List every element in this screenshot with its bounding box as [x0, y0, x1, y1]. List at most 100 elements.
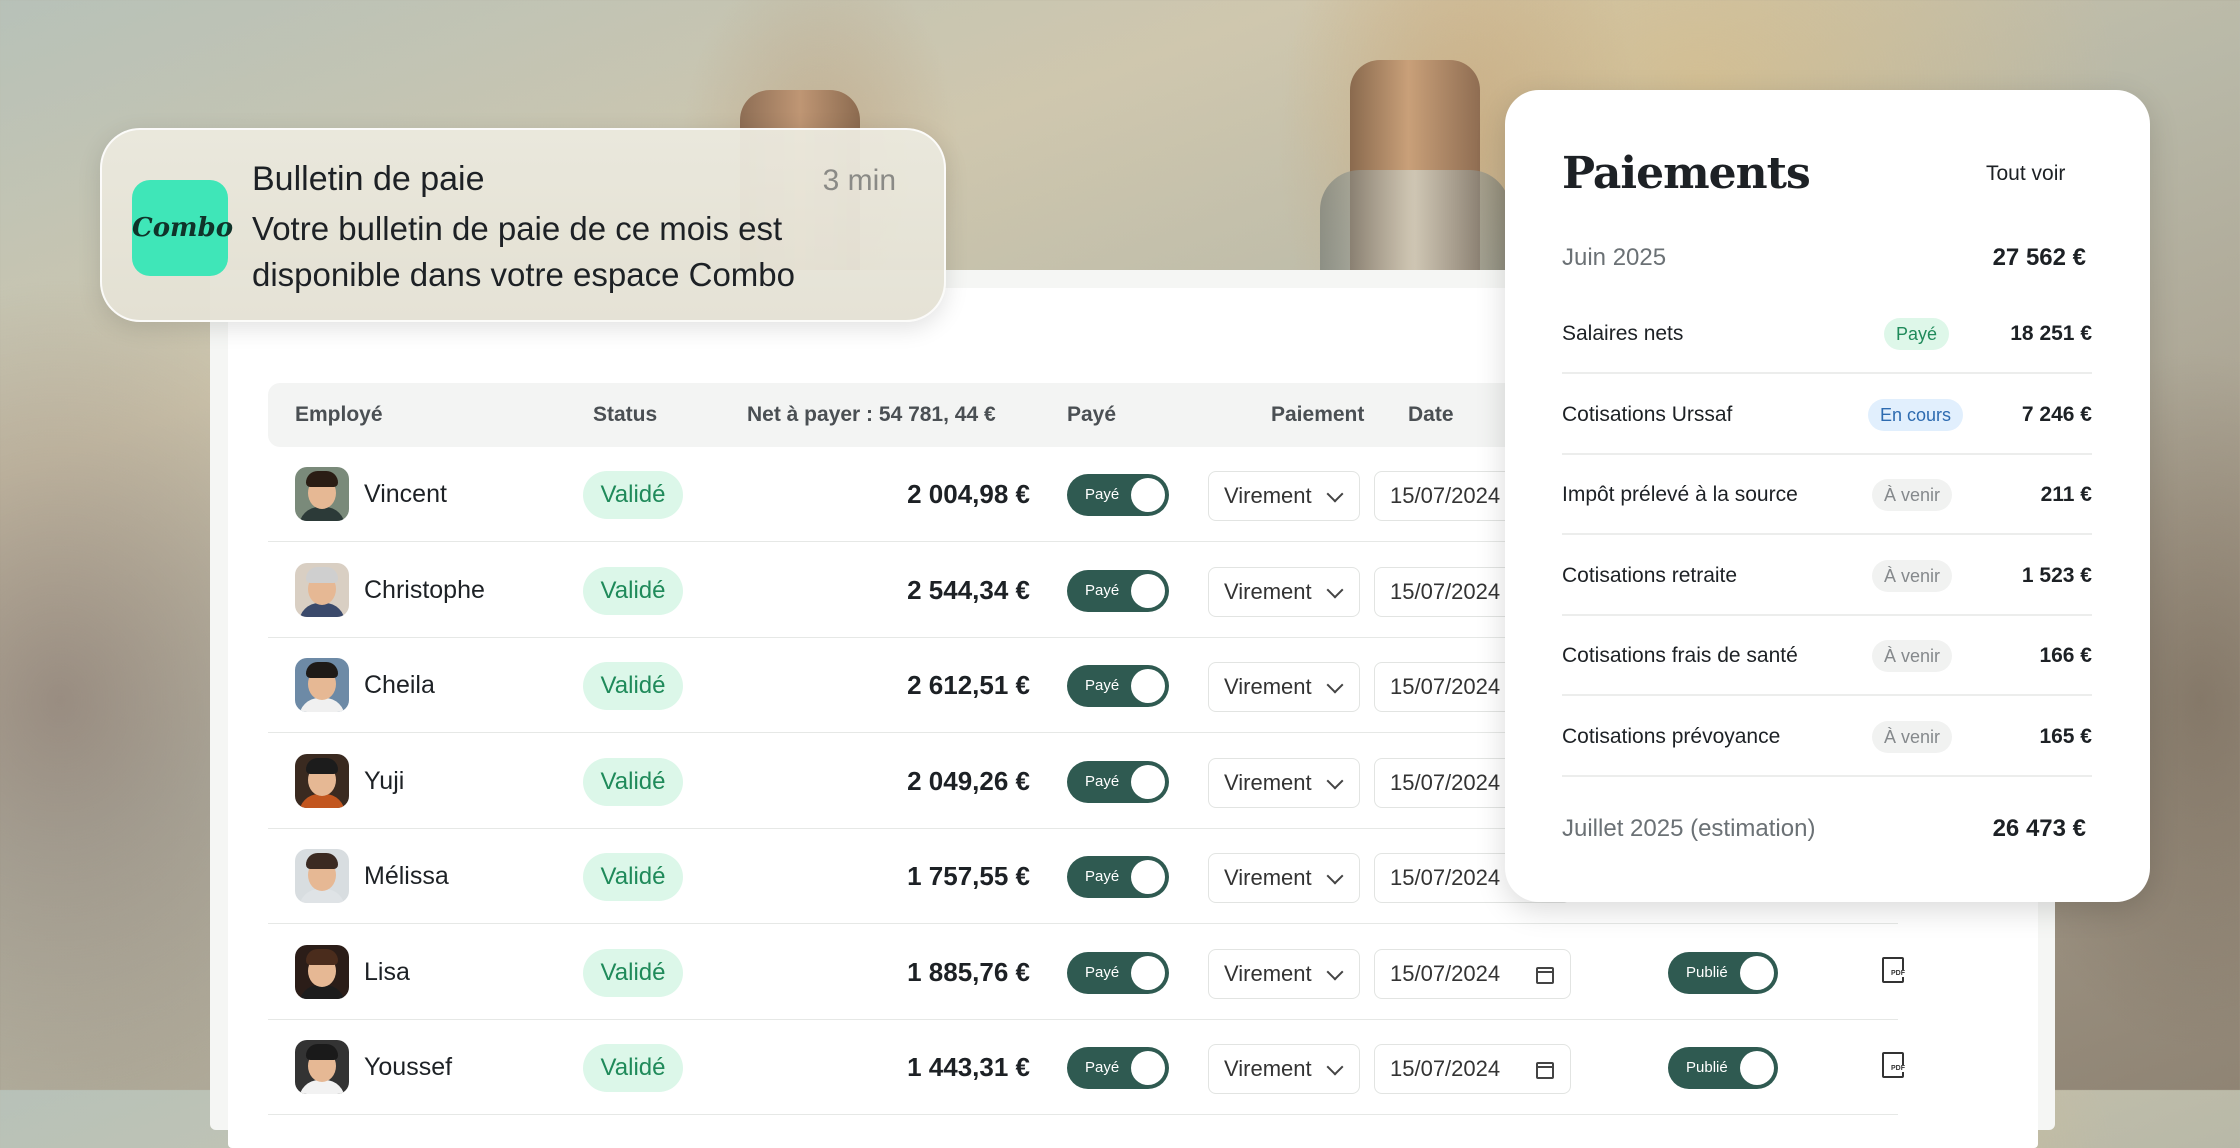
header-payment[interactable]: Paiement — [1271, 383, 1364, 447]
toggle-knob — [1131, 764, 1165, 799]
paid-toggle[interactable]: Payé — [1067, 1047, 1169, 1089]
paid-toggle-label: Payé — [1085, 486, 1120, 503]
notification-title: Bulletin de paie — [252, 160, 485, 198]
table-row[interactable]: Youssef Validé 1 443,31 € Payé Virement 15/07… — [268, 1020, 1905, 1115]
toggle-knob — [1131, 860, 1165, 894]
payment-item-amount: 165 € — [2039, 724, 2092, 748]
published-toggle-label: Publié — [1686, 963, 1728, 981]
employee-name: Yuji — [364, 766, 405, 795]
payment-item-amount: 211 € — [2040, 483, 2092, 506]
payment-date-value: 15/07/2024 — [1390, 483, 1501, 508]
header-employee[interactable]: Employé — [295, 383, 383, 447]
table-row[interactable]: Lisa Validé 1 885,76 € Payé Virement 15/07/20… — [268, 925, 1905, 1020]
notification-body: Votre bulletin de paie de ce mois est di… — [252, 210, 796, 293]
current-month-summary: Juin 2025 27 562 € — [1562, 233, 2092, 283]
row-divider — [268, 1114, 1898, 1115]
toggle-knob — [1131, 669, 1165, 703]
chevron-down-icon — [1326, 581, 1344, 598]
payment-date-value: 15/07/2024 — [1390, 769, 1501, 795]
payment-status-badge: À venir — [1871, 479, 1952, 511]
employee-avatar — [295, 753, 349, 808]
paid-toggle-label: Payé — [1085, 677, 1120, 694]
payment-method-value: Virement — [1224, 769, 1312, 795]
payment-method-select[interactable]: Virement — [1208, 1044, 1360, 1094]
paid-toggle[interactable]: Payé — [1067, 474, 1169, 516]
payment-date-value: 15/07/2024 — [1390, 578, 1501, 604]
payment-status-badge: À venir — [1871, 720, 1952, 753]
chevron-down-icon — [1326, 485, 1344, 503]
payment-item[interactable]: Cotisations frais de santé À venir 166 € — [1562, 616, 2092, 696]
published-toggle[interactable]: Publié — [1668, 1047, 1778, 1089]
payments-card: Paiements Tout voir Juin 2025 27 562 € S… — [1505, 90, 2150, 902]
payment-date-value: 15/07/2024 — [1390, 1056, 1501, 1081]
employee-name: Mélissa — [364, 862, 449, 890]
employee-avatar — [295, 658, 349, 712]
net-amount: 2 049,26 € — [907, 765, 1030, 796]
header-paid[interactable]: Payé — [1067, 383, 1116, 447]
current-month-label: Juin 2025 — [1562, 244, 1667, 271]
paid-toggle[interactable]: Payé — [1067, 665, 1169, 707]
paid-toggle[interactable]: Payé — [1067, 856, 1169, 898]
payment-method-value: Virement — [1224, 1056, 1312, 1081]
toggle-knob — [1740, 955, 1774, 990]
header-net[interactable]: Net à payer : 54 781, 44 € — [747, 383, 996, 447]
payment-date-value: 15/07/2024 — [1390, 960, 1501, 986]
net-amount: 2 612,51 € — [907, 670, 1030, 700]
payment-method-select[interactable]: Virement — [1208, 948, 1360, 999]
header-date[interactable]: Date — [1408, 383, 1454, 447]
chevron-down-icon — [1326, 1058, 1344, 1076]
payment-method-select[interactable]: Virement — [1208, 471, 1360, 521]
payment-item[interactable]: Cotisations Urssaf En cours 7 246 € — [1562, 375, 2092, 455]
employee-avatar — [295, 944, 349, 999]
payment-item[interactable]: Salaires nets Payé 18 251 € — [1562, 294, 2092, 374]
combo-logo-text: Combo — [132, 213, 234, 243]
calendar-icon[interactable] — [1536, 966, 1554, 984]
toggle-knob — [1131, 478, 1165, 512]
employee-name: Christophe — [364, 575, 485, 604]
payment-date-field[interactable]: 15/07/2024 — [1374, 948, 1571, 999]
payments-title: Paiements — [1562, 148, 1811, 199]
pdf-download-icon[interactable] — [1882, 1052, 1905, 1078]
paid-toggle-label: Payé — [1085, 963, 1120, 981]
chevron-down-icon — [1326, 963, 1344, 980]
pdf-download-icon[interactable] — [1882, 956, 1905, 983]
payment-item-label: Cotisations prévoyance — [1562, 724, 1781, 748]
payment-method-value: Virement — [1224, 483, 1312, 508]
notification-time: 3 min — [822, 164, 896, 197]
payment-method-select[interactable]: Virement — [1208, 853, 1360, 903]
combo-logo: Combo — [132, 180, 234, 276]
payslip-notification[interactable]: Combo Bulletin de paie 3 min Votre bulle… — [100, 128, 946, 322]
payment-method-value: Virement — [1224, 674, 1312, 699]
employee-avatar — [295, 467, 349, 521]
payment-method-select[interactable]: Virement — [1208, 757, 1360, 808]
payment-status-badge: Payé — [1883, 318, 1949, 350]
payment-item[interactable]: Cotisations prévoyance À venir 165 € — [1562, 697, 2092, 777]
calendar-icon[interactable] — [1536, 1062, 1554, 1079]
payment-status-badge: À venir — [1871, 640, 1952, 672]
payment-status-badge: En cours — [1867, 398, 1963, 431]
paid-toggle-label: Payé — [1085, 1059, 1120, 1076]
employee-name: Youssef — [364, 1053, 453, 1081]
payment-date-value: 15/07/2024 — [1390, 674, 1501, 699]
published-toggle[interactable]: Publié — [1668, 951, 1778, 994]
paid-toggle[interactable]: Payé — [1067, 951, 1169, 994]
payment-method-select[interactable]: Virement — [1208, 566, 1360, 617]
payment-item[interactable]: Cotisations retraite À venir 1 523 € — [1562, 536, 2092, 616]
employee-name: Vincent — [364, 480, 447, 508]
payment-date-field[interactable]: 15/07/2024 — [1374, 1044, 1571, 1094]
net-amount: 1 885,76 € — [907, 956, 1030, 987]
toggle-knob — [1131, 1051, 1165, 1085]
paid-toggle-label: Payé — [1085, 868, 1120, 885]
payment-item-label: Impôt prélevé à la source — [1562, 483, 1798, 506]
next-month-total: 26 473 € — [1992, 815, 2086, 842]
published-toggle-label: Publié — [1686, 1059, 1728, 1076]
payment-method-select[interactable]: Virement — [1208, 662, 1360, 712]
see-all-link[interactable]: Tout voir — [1986, 162, 2065, 186]
paid-toggle[interactable]: Payé — [1067, 569, 1169, 612]
paid-toggle[interactable]: Payé — [1067, 760, 1169, 803]
current-month-total: 27 562 € — [1992, 244, 2086, 271]
toggle-knob — [1740, 1051, 1774, 1085]
payment-item[interactable]: Impôt prélevé à la source À venir 211 € — [1562, 455, 2092, 535]
payment-item-label: Cotisations Urssaf — [1562, 402, 1733, 426]
header-status[interactable]: Status — [593, 383, 657, 447]
